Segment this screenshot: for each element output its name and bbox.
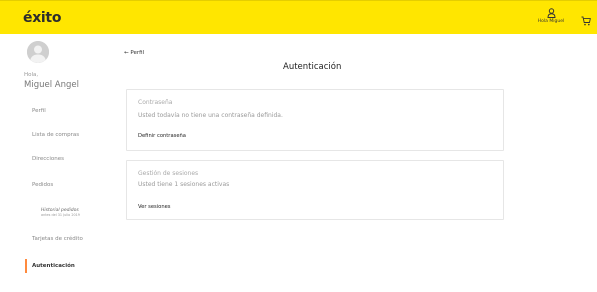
sidebar-item-direcciones[interactable]: Direcciones: [32, 156, 64, 162]
define-password-link[interactable]: Definir contraseña: [138, 133, 186, 139]
page-title: Autenticación: [283, 62, 342, 72]
avatar-icon: [27, 41, 49, 63]
page: éxito Hola Miguel Hola, Miguel Angel Per…: [0, 0, 597, 292]
password-card: Contraseña Usted todavía no tiene una co…: [126, 89, 504, 151]
view-sessions-link[interactable]: Ver sesiones: [138, 204, 171, 210]
history-subtitle: antes del 31 Julio 2019: [41, 213, 80, 217]
card-description: Usted tiene 1 sesiones activas: [138, 181, 230, 188]
account-button[interactable]: Hola Miguel: [531, 8, 571, 32]
sidebar-item-autenticacion[interactable]: Autenticación: [32, 263, 75, 269]
sidebar-item-tarjetas[interactable]: Tarjetas de crédito: [32, 236, 83, 242]
brand-logo[interactable]: éxito: [23, 10, 61, 26]
sessions-card: Gestión de sesiones Usted tiene 1 sesion…: [126, 160, 504, 220]
sidebar-item-lista-de-compras[interactable]: Lista de compras: [32, 132, 79, 138]
card-description: Usted todavía no tiene una contraseña de…: [138, 112, 283, 119]
user-icon: [546, 8, 556, 18]
sidebar-item-historial-pedidos[interactable]: Historial pedidos antes del 31 Julio 201…: [41, 208, 80, 218]
cart-icon: [581, 16, 591, 26]
account-label: Hola Miguel: [537, 19, 565, 24]
top-header: éxito Hola Miguel: [0, 0, 597, 34]
avatar: [27, 41, 49, 63]
active-indicator: [25, 259, 27, 273]
greeting-text: Hola,: [24, 72, 39, 78]
sidebar-item-pedidos[interactable]: Pedidos: [32, 182, 53, 188]
card-title: Contraseña: [138, 99, 173, 106]
user-name: Miguel Angel: [24, 80, 79, 90]
card-title: Gestión de sesiones: [138, 170, 199, 177]
cart-button[interactable]: [581, 11, 591, 30]
back-to-perfil-link[interactable]: ← Perfil: [124, 50, 144, 56]
account-sidebar: Hola, Miguel Angel Perfil Lista de compr…: [0, 34, 110, 292]
sidebar-item-perfil[interactable]: Perfil: [32, 108, 46, 114]
